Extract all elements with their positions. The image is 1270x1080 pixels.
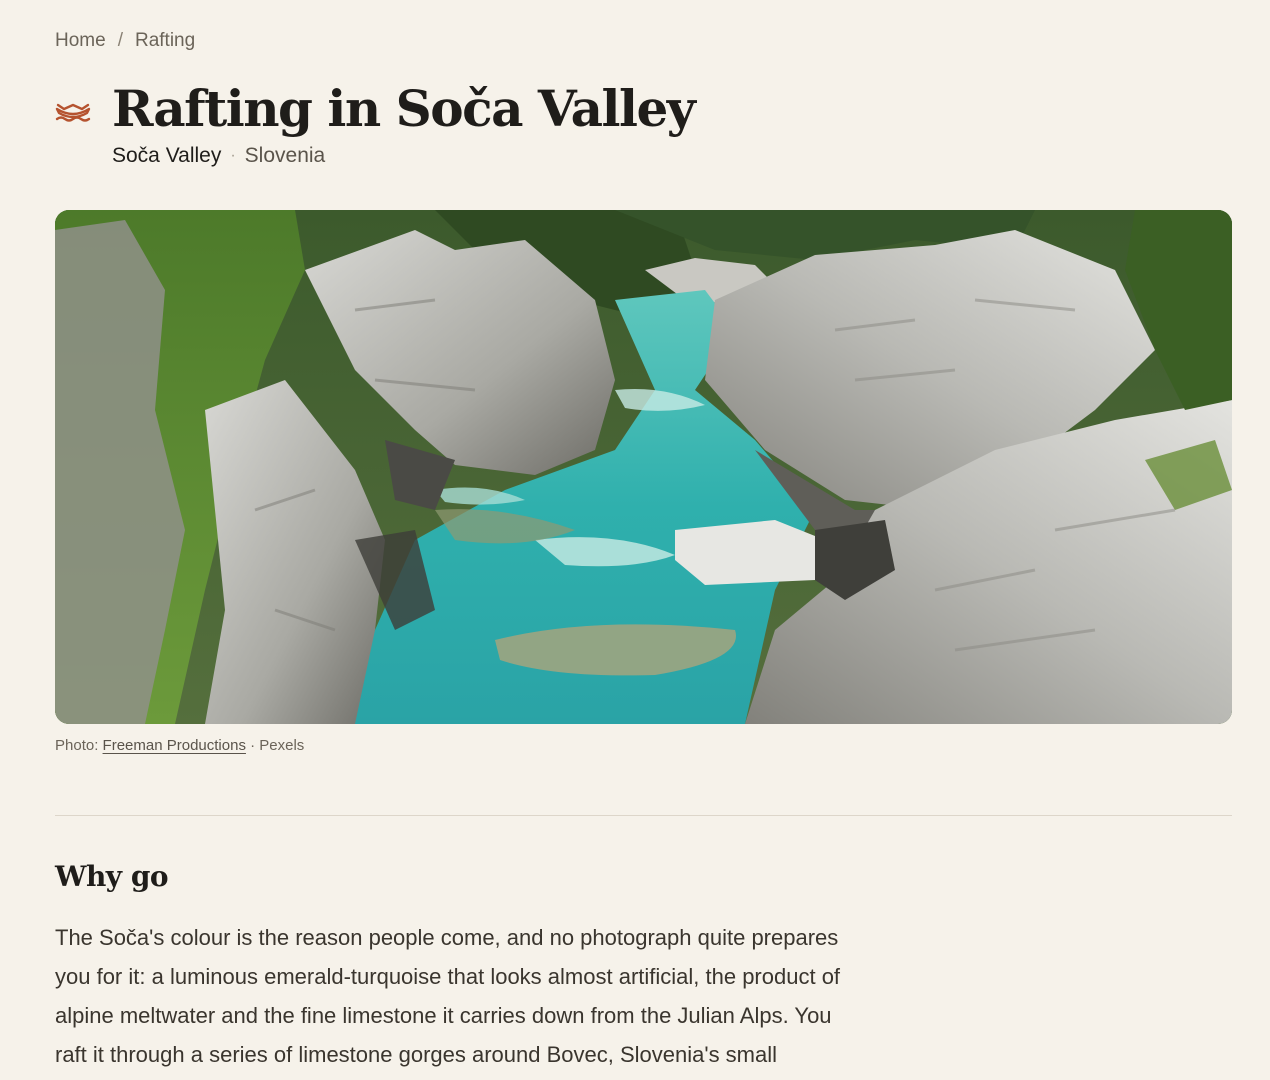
credit-source: · Pexels bbox=[245, 737, 305, 754]
river-gorge-photo bbox=[55, 210, 1232, 724]
photographer-link[interactable]: Freeman Productions bbox=[103, 737, 246, 754]
region-name: Soča Valley bbox=[112, 144, 222, 167]
breadcrumb-separator: / bbox=[117, 30, 123, 51]
why-go-paragraph: The Soča's colour is the reason people c… bbox=[55, 925, 841, 1067]
photo-credit: Photo: Freeman Productions · Pexels bbox=[55, 737, 304, 754]
country-name: Slovenia bbox=[244, 144, 326, 167]
breadcrumb: Home / Rafting bbox=[55, 30, 195, 52]
location-separator: · bbox=[230, 147, 236, 164]
title-row: Rafting in Soča Valley bbox=[55, 76, 696, 142]
credit-prefix: Photo: bbox=[55, 737, 103, 754]
location-line: Soča Valley · Slovenia bbox=[112, 144, 325, 168]
page-title: Rafting in Soča Valley bbox=[112, 79, 696, 138]
breadcrumb-rafting-link[interactable]: Rafting bbox=[135, 30, 195, 52]
breadcrumb-home-link[interactable]: Home bbox=[55, 30, 106, 52]
hero-image bbox=[55, 210, 1232, 724]
section-divider bbox=[55, 815, 1232, 816]
raft-icon bbox=[55, 103, 91, 122]
why-go-heading: Why go bbox=[55, 860, 169, 893]
